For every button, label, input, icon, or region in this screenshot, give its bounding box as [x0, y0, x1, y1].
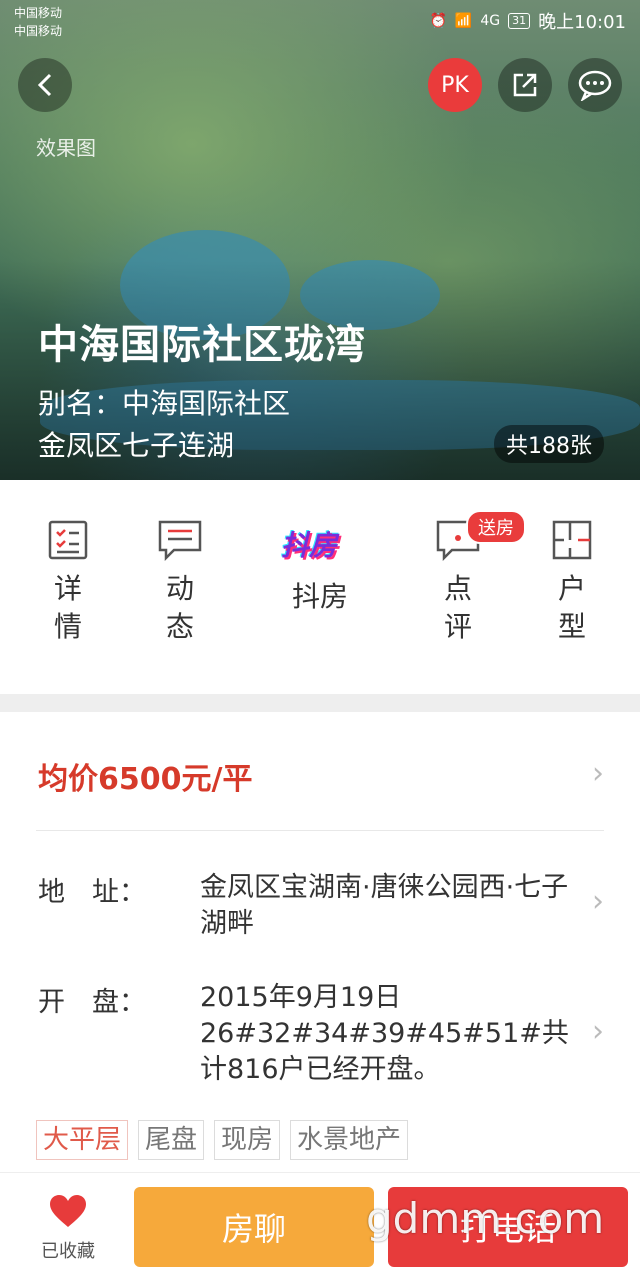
bottom-action-bar: 已收藏 房聊 打电话 [0, 1172, 640, 1280]
gift-badge: 送房 [466, 510, 526, 544]
address-value[interactable]: 金凤区宝湖南·唐徕公园西·七子湖畔 [200, 870, 580, 942]
nav-label: 动态 [165, 572, 194, 643]
carrier-1: 中国移动 [14, 6, 63, 20]
nav-label: 户型 [557, 572, 586, 643]
nav-floorplan[interactable]: 户型 [522, 518, 622, 646]
feature-nav: 详情 动态 抖房 抖房 送房 点评 户型 [0, 480, 640, 694]
nav-douyin[interactable]: 抖房 抖房 [270, 518, 370, 616]
average-price[interactable]: 均价6500元/平 [38, 754, 252, 798]
heart-icon [50, 1195, 86, 1227]
nav-details[interactable]: 详情 [18, 518, 118, 646]
alarm-icon: ⏰ [429, 13, 447, 29]
message-lines-icon [158, 520, 202, 562]
photo-count-badge[interactable]: 共188张 [494, 425, 604, 463]
nav-label: 详情 [53, 572, 82, 643]
message-button[interactable] [568, 58, 622, 112]
nav-label: 抖房 [291, 580, 348, 613]
share-icon [513, 73, 537, 97]
network-type: 4G [480, 13, 501, 29]
tag: 尾盘 [138, 1120, 205, 1160]
battery-icon: 31 [508, 13, 531, 29]
hero-image[interactable]: 中国移动 中国移动 ⏰ 📶 4G 31 晚上10:01 PK 效果图 中海国际社… [0, 0, 640, 480]
share-button[interactable] [498, 58, 552, 112]
tag: 现房 [214, 1120, 281, 1160]
nav-reviews[interactable]: 送房 点评 [408, 510, 526, 646]
opening-label: 开 盘： [38, 987, 146, 1018]
favorite-button[interactable]: 已收藏 [20, 1193, 116, 1263]
carrier-2: 中国移动 [14, 24, 63, 38]
nav-label: 点评 [443, 572, 472, 643]
back-button[interactable] [18, 58, 72, 112]
project-location: 金凤区七子连湖 [38, 429, 235, 462]
status-bar: 中国移动 中国移动 ⏰ 📶 4G 31 晚上10:01 [0, 0, 640, 44]
project-alias: 别名：中海国际社区 [38, 387, 291, 420]
clock: 晚上10:01 [538, 12, 626, 33]
wifi-icon: 📶 [454, 13, 473, 29]
section-divider [0, 694, 640, 712]
call-button[interactable]: 打电话 [388, 1187, 628, 1267]
project-info: 均价6500元/平 › 地 址： 金凤区宝湖南·唐徕公园西·七子湖畔 › 开 盘… [0, 712, 640, 1172]
douyin-logo: 抖房 [281, 529, 338, 562]
chat-bubble-icon [578, 70, 612, 101]
project-title: 中海国际社区珑湾 [38, 322, 366, 368]
checklist-icon [48, 520, 88, 560]
tag: 水景地产 [290, 1120, 409, 1160]
favorite-label: 已收藏 [41, 1241, 95, 1262]
chevron-right-icon[interactable]: › [592, 756, 604, 791]
effect-image-label: 效果图 [36, 136, 96, 160]
chevron-left-icon [37, 73, 52, 97]
tag: 大平层 [36, 1120, 129, 1160]
floorplan-icon [552, 520, 592, 560]
address-label: 地 址： [38, 877, 146, 908]
nav-news[interactable]: 动态 [130, 518, 230, 646]
opening-value[interactable]: 2015年9月19日26#32#34#39#45#51#共计816户已经开盘。 [200, 980, 580, 1088]
tag-list: 大平层 尾盘 现房 水景地产 [36, 1120, 409, 1160]
chat-button[interactable]: 房聊 [134, 1187, 374, 1267]
chevron-right-icon[interactable]: › [592, 884, 604, 919]
pk-button[interactable]: PK [428, 58, 482, 112]
chevron-right-icon[interactable]: › [592, 1014, 604, 1049]
